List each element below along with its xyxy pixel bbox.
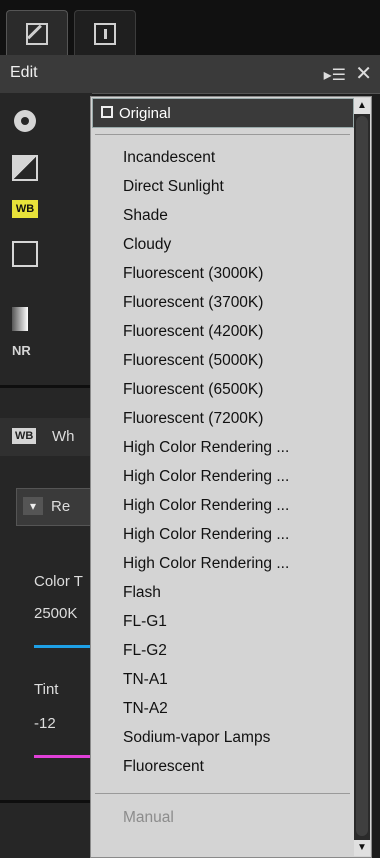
gear-icon[interactable]: [14, 110, 36, 132]
list-separator: [95, 134, 350, 135]
list-item[interactable]: Fluorescent: [123, 758, 204, 776]
list-item-original-label: Original: [119, 105, 171, 122]
checkbox-icon: [101, 106, 113, 118]
list-item[interactable]: High Color Rendering ...: [123, 439, 289, 457]
tint-slider[interactable]: [34, 755, 92, 758]
tab-info[interactable]: [74, 10, 136, 56]
tint-value: -12: [34, 715, 56, 732]
list-item[interactable]: Fluorescent (3700K): [123, 294, 263, 312]
list-item[interactable]: Fluorescent (6500K): [123, 381, 263, 399]
list-item[interactable]: Fluorescent (4200K): [123, 323, 263, 341]
white-balance-popup-list: Original Incandescent Direct Sunlight Sh…: [90, 96, 372, 858]
scroll-down-icon[interactable]: ▼: [354, 840, 370, 856]
list-item[interactable]: Sodium-vapor Lamps: [123, 729, 270, 747]
scrollbar-thumb[interactable]: [356, 116, 368, 836]
list-item[interactable]: High Color Rendering ...: [123, 497, 289, 515]
panel-header: Edit ▸☰ ✕: [0, 55, 380, 94]
list-item[interactable]: Fluorescent (5000K): [123, 352, 263, 370]
list-item[interactable]: FL-G1: [123, 613, 167, 631]
wb-section-icon: WB: [12, 428, 37, 444]
list-item[interactable]: Cloudy: [123, 236, 171, 254]
color-temp-value: 2500K: [34, 605, 78, 622]
list-item[interactable]: Fluorescent (3000K): [123, 265, 263, 283]
tint-label: Tint: [34, 681, 59, 698]
list-item[interactable]: High Color Rendering ...: [123, 526, 289, 544]
list-item[interactable]: Fluorescent (7200K): [123, 410, 263, 428]
list-item[interactable]: Shade: [123, 207, 168, 225]
wb-mode-label: Re: [51, 498, 71, 515]
wb-section-title: Wh: [52, 428, 75, 445]
list-item[interactable]: High Color Rendering ...: [123, 555, 289, 573]
picture-control-icon[interactable]: [12, 241, 38, 267]
exposure-icon[interactable]: [12, 155, 38, 181]
list-item[interactable]: TN-A1: [123, 671, 168, 689]
scroll-up-icon[interactable]: ▲: [354, 98, 370, 114]
noise-reduction-icon[interactable]: NR: [12, 343, 38, 369]
wb-mode-dropdown[interactable]: ▾ Re: [16, 488, 92, 526]
toolbar-divider: [0, 800, 92, 803]
toolbar-divider: [0, 385, 92, 388]
list-item[interactable]: Direct Sunlight: [123, 178, 224, 196]
list-item[interactable]: FL-G2: [123, 642, 167, 660]
popup-scrollbar[interactable]: ▲ ▼: [354, 98, 370, 856]
panel-menu-icon[interactable]: ▸☰: [324, 65, 346, 85]
chevron-down-icon: ▾: [23, 497, 43, 515]
list-item-original[interactable]: Original: [92, 98, 354, 128]
tab-edit[interactable]: [6, 10, 68, 56]
wb-icon[interactable]: WB: [12, 200, 38, 218]
tab-strip: [0, 0, 380, 56]
wb-section-header[interactable]: WB Wh: [0, 418, 92, 456]
color-temp-label: Color T: [34, 573, 83, 590]
list-item[interactable]: High Color Rendering ...: [123, 468, 289, 486]
list-item[interactable]: Flash: [123, 584, 161, 602]
info-icon: [94, 22, 116, 45]
list-item-manual: Manual: [123, 809, 174, 826]
levels-icon[interactable]: [12, 307, 28, 331]
list-separator: [95, 793, 350, 794]
panel-title: Edit: [10, 64, 38, 81]
edit-icon: [26, 22, 48, 45]
close-icon[interactable]: ✕: [355, 61, 372, 86]
color-temp-slider[interactable]: [34, 645, 92, 648]
list-item[interactable]: TN-A2: [123, 700, 168, 718]
edit-toolbar: WB NR WB Wh ▾ Re Color T 2500K Tint -12: [0, 93, 92, 858]
list-item[interactable]: Incandescent: [123, 149, 215, 167]
